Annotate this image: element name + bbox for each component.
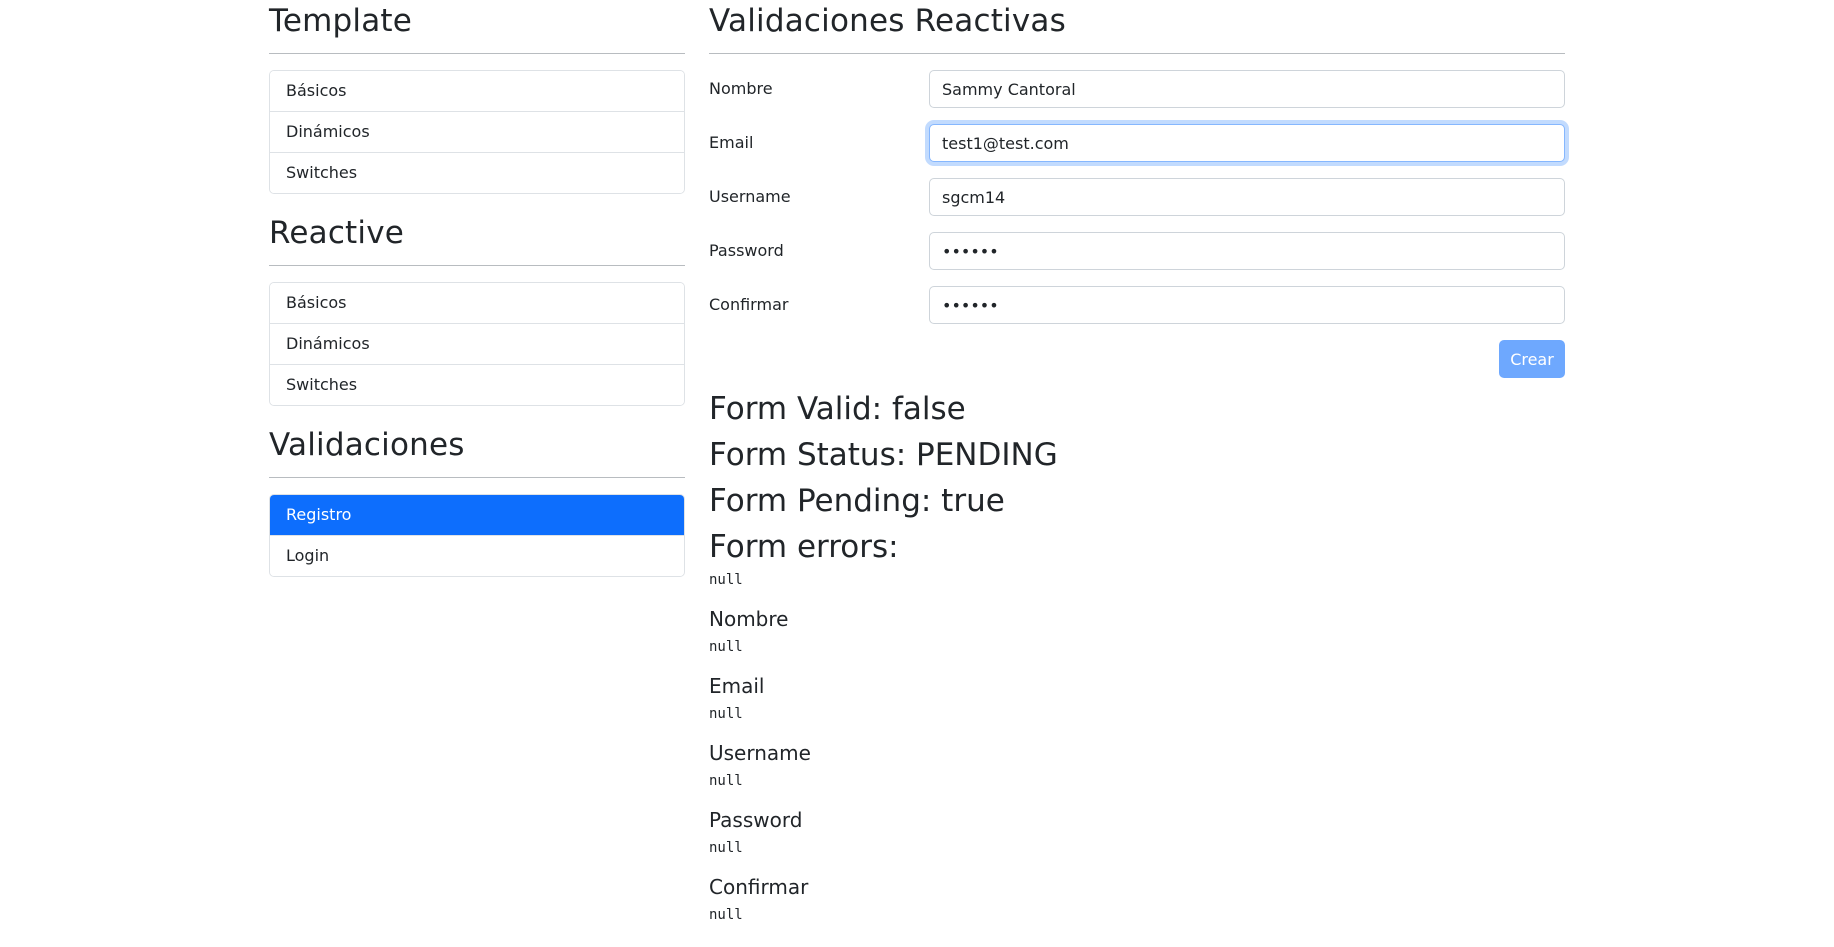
form-row-username: Username	[709, 178, 1565, 232]
menu-item-reactive-switches[interactable]: Switches	[270, 364, 684, 405]
menu-item-reactive-dinamicos[interactable]: Dinámicos	[270, 323, 684, 364]
form-row-email: Email	[709, 124, 1565, 178]
menu-item-registro[interactable]: Registro	[270, 495, 684, 535]
password-errors-value: null	[709, 840, 743, 856]
form-errors-value: null	[709, 572, 743, 588]
page: Template Básicos Dinámicos Switches Reac…	[0, 0, 1834, 947]
email-errors-value: null	[709, 706, 743, 722]
password-errors-title: Password	[709, 808, 803, 832]
confirmar-errors-title: Confirmar	[709, 875, 809, 899]
menu-item-template-switches[interactable]: Switches	[270, 152, 684, 193]
main-content: Validaciones Reactivas Nombre Email User…	[709, 0, 1565, 940]
crear-button[interactable]: Crear	[1499, 340, 1565, 378]
password-label: Password	[709, 241, 784, 260]
confirmar-input[interactable]	[929, 286, 1565, 324]
nombre-errors-value: null	[709, 639, 743, 655]
form-status: Form Status: PENDING	[709, 437, 1058, 473]
page-title: Validaciones Reactivas	[709, 3, 1066, 39]
divider	[269, 53, 685, 54]
section-title-validaciones: Validaciones	[269, 427, 465, 463]
username-errors-value: null	[709, 773, 743, 789]
menu-template: Básicos Dinámicos Switches	[269, 70, 685, 194]
form-pending-status: Form Pending: true	[709, 483, 1005, 519]
section-title-reactive: Reactive	[269, 215, 405, 251]
menu-item-login[interactable]: Login	[270, 535, 684, 576]
confirmar-errors-value: null	[709, 907, 743, 923]
email-input[interactable]	[929, 124, 1565, 162]
menu-item-template-dinamicos[interactable]: Dinámicos	[270, 111, 684, 152]
menu-item-template-basicos[interactable]: Básicos	[270, 71, 684, 111]
divider	[269, 265, 685, 266]
divider	[269, 477, 685, 478]
form-valid-status: Form Valid: false	[709, 391, 966, 427]
username-label: Username	[709, 187, 791, 206]
nombre-input[interactable]	[929, 70, 1565, 108]
form-row-nombre: Nombre	[709, 70, 1565, 124]
divider	[709, 53, 1565, 54]
username-errors-title: Username	[709, 741, 811, 765]
form-row-confirmar: Confirmar	[709, 286, 1565, 340]
menu-validaciones: Registro Login	[269, 494, 685, 577]
form-row-password: Password	[709, 232, 1565, 286]
section-title-template: Template	[269, 3, 413, 39]
password-input[interactable]	[929, 232, 1565, 270]
username-input[interactable]	[929, 178, 1565, 216]
nombre-errors-title: Nombre	[709, 607, 789, 631]
confirmar-label: Confirmar	[709, 295, 789, 314]
button-row: Crear	[709, 340, 1565, 386]
menu-item-reactive-basicos[interactable]: Básicos	[270, 283, 684, 323]
sidebar: Template Básicos Dinámicos Switches Reac…	[269, 0, 685, 595]
menu-reactive: Básicos Dinámicos Switches	[269, 282, 685, 406]
email-errors-title: Email	[709, 674, 765, 698]
nombre-label: Nombre	[709, 79, 773, 98]
email-label: Email	[709, 133, 754, 152]
form-errors-title: Form errors:	[709, 529, 899, 565]
